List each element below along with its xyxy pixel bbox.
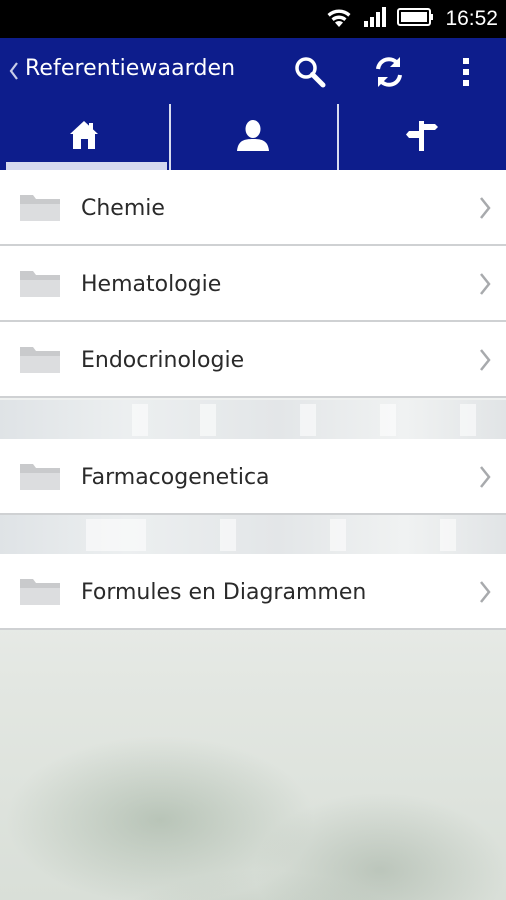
tab-signpost[interactable]: [337, 104, 506, 170]
action-bar: Referentiewaarden: [0, 38, 506, 104]
list-item[interactable]: Endocrinologie: [0, 322, 506, 398]
battery-icon: [397, 7, 435, 31]
tab-selected-indicator: [6, 162, 167, 170]
list-item-label: Formules en Diagrammen: [81, 579, 367, 605]
home-icon: [67, 118, 101, 156]
status-bar: 16:52: [0, 0, 506, 38]
list-item[interactable]: Formules en Diagrammen: [0, 554, 506, 630]
list-item[interactable]: Chemie: [0, 170, 506, 246]
list-group: Farmacogenetica: [0, 439, 506, 515]
search-icon[interactable]: [290, 52, 330, 92]
folder-icon: [19, 192, 61, 226]
list-item[interactable]: Farmacogenetica: [0, 439, 506, 515]
wifi-icon: [325, 6, 353, 32]
list-item[interactable]: Hematologie: [0, 246, 506, 322]
list-item-label: Chemie: [81, 195, 165, 221]
folder-icon: [19, 576, 61, 610]
overflow-menu-icon[interactable]: [446, 52, 486, 92]
chevron-right-icon: [478, 348, 492, 376]
back-chevron-icon[interactable]: [4, 56, 24, 86]
list-item-label: Hematologie: [81, 271, 222, 297]
tab-person[interactable]: [168, 104, 338, 170]
signal-icon: [363, 6, 387, 32]
tab-home[interactable]: [0, 104, 169, 170]
list-group: Formules en Diagrammen: [0, 554, 506, 630]
chevron-right-icon: [478, 272, 492, 300]
page-title[interactable]: Referentiewaarden: [25, 56, 235, 81]
refresh-icon[interactable]: [369, 52, 409, 92]
list-group: Chemie Hematologie Endocrinologie: [0, 170, 506, 398]
list-item-label: Endocrinologie: [81, 347, 245, 373]
chevron-right-icon: [478, 580, 492, 608]
person-icon: [235, 118, 271, 156]
folder-icon: [19, 461, 61, 495]
group-spacer: [0, 515, 506, 555]
signpost-icon: [404, 117, 440, 157]
folder-icon: [19, 344, 61, 378]
tab-bar: [0, 104, 506, 170]
chevron-right-icon: [478, 196, 492, 224]
chevron-right-icon: [478, 465, 492, 493]
folder-icon: [19, 268, 61, 302]
list-item-label: Farmacogenetica: [81, 464, 270, 490]
clock: 16:52: [445, 7, 498, 30]
group-spacer: [0, 400, 506, 440]
